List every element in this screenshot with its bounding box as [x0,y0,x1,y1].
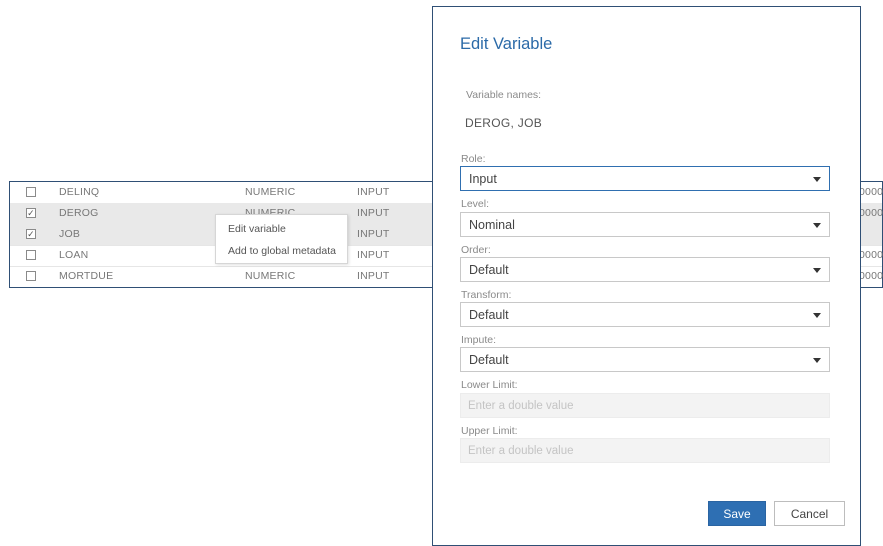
row-checkbox[interactable] [26,271,36,281]
variable-extra: 0000 [859,207,883,219]
cancel-button[interactable]: Cancel [774,501,845,526]
save-button[interactable]: Save [708,501,766,526]
role-value: Input [469,172,497,186]
variable-role: INPUT [357,186,390,198]
role-label: Role: [461,153,486,165]
role-select[interactable]: Input [460,166,830,191]
dropdown-arrow-icon [813,177,821,182]
level-label: Level: [461,198,490,210]
context-menu: Edit variable Add to global metadata [215,214,348,264]
variable-type: NUMERIC [245,186,296,198]
dropdown-arrow-icon [813,268,821,273]
dropdown-arrow-icon [813,223,821,228]
level-value: Nominal [469,218,515,232]
order-select[interactable]: Default [460,257,830,282]
menu-item-add-to-global-metadata[interactable]: Add to global metadata [228,245,336,257]
variable-extra: 0000 [859,270,883,282]
impute-select[interactable]: Default [460,347,830,372]
impute-label: Impute: [461,334,497,346]
variable-name: DEROG [59,207,99,219]
row-checkbox[interactable]: ✓ [26,229,36,239]
variable-role: INPUT [357,249,390,261]
transform-select[interactable]: Default [460,302,830,327]
variable-role: INPUT [357,207,390,219]
order-value: Default [469,263,509,277]
upper-limit-input[interactable] [460,438,830,463]
variable-type: NUMERIC [245,270,296,282]
dropdown-arrow-icon [813,313,821,318]
dropdown-arrow-icon [813,358,821,363]
variable-extra: 0000 [859,249,883,261]
variable-names-label: Variable names: [466,89,542,101]
variable-extra: 0000 [859,186,883,198]
variable-role: INPUT [357,228,390,240]
level-select[interactable]: Nominal [460,212,830,237]
variable-name: JOB [59,228,81,240]
variable-name: DELINQ [59,186,100,198]
variable-role: INPUT [357,270,390,282]
variable-names-value: DEROG, JOB [465,116,543,130]
transform-value: Default [469,308,509,322]
edit-variable-dialog: Edit Variable Variable names: DEROG, JOB… [432,6,861,546]
row-checkbox[interactable]: ✓ [26,208,36,218]
variable-name: LOAN [59,249,89,261]
dialog-title: Edit Variable [460,35,553,53]
row-checkbox[interactable] [26,187,36,197]
upper-limit-label: Upper Limit: [461,425,518,437]
row-checkbox[interactable] [26,250,36,260]
order-label: Order: [461,244,491,256]
menu-item-edit-variable[interactable]: Edit variable [228,223,286,235]
lower-limit-label: Lower Limit: [461,379,518,391]
variable-name: MORTDUE [59,270,114,282]
lower-limit-input[interactable] [460,393,830,418]
transform-label: Transform: [461,289,512,301]
impute-value: Default [469,353,509,367]
